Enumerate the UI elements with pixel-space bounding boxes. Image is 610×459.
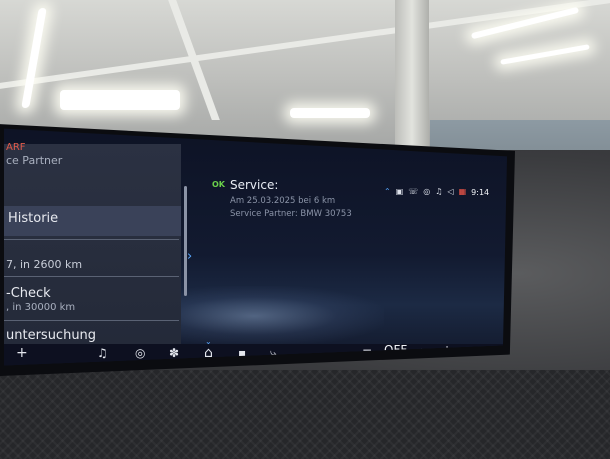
- status-bar: ⌃ ▣ ☏ ◎ ♫ ◁ ▦ 9:14: [384, 186, 489, 198]
- list-item-service-1[interactable]: 7, in 2600 km: [6, 258, 82, 271]
- fan-icon[interactable]: ✽: [169, 346, 179, 360]
- message-title: Service:: [230, 178, 279, 192]
- connectivity-icon: ◎: [423, 187, 431, 196]
- status-ok-badge: OK: [212, 180, 225, 189]
- list-item-check[interactable]: -Check: [6, 286, 51, 301]
- panel-header-top: ARF: [6, 142, 26, 153]
- message-line-partner: Service Partner: BMW 30753: [230, 209, 352, 219]
- infotainment-screen: ARF ce Partner Historie 7, in 2600 km -C…: [4, 128, 507, 366]
- list-item-untersuchung[interactable]: untersuchung: [6, 328, 96, 343]
- calendar-icon: ▦: [458, 187, 467, 196]
- list-item-check-sub: , in 30000 km: [6, 302, 76, 313]
- volume-icon: ◁: [447, 187, 454, 196]
- left-plus-button[interactable]: +: [16, 346, 28, 360]
- list-divider: [4, 320, 179, 321]
- list-divider: [4, 276, 179, 277]
- music-icon[interactable]: ♫: [97, 346, 108, 360]
- chevron-right-icon[interactable]: ›: [187, 249, 192, 264]
- panel-header-sub: ce Partner: [6, 154, 63, 167]
- list-item-historie[interactable]: Historie: [8, 211, 58, 226]
- notification-icon[interactable]: ▣: [396, 187, 404, 197]
- chevron-up-icon[interactable]: ⌃: [384, 187, 391, 197]
- ceiling-light: [60, 90, 180, 110]
- ceiling-light: [290, 108, 370, 118]
- list-scrollbar[interactable]: [184, 186, 187, 296]
- photo-scene: ARF ce Partner Historie 7, in 2600 km -C…: [0, 0, 610, 459]
- phone-icon: ☏: [408, 187, 419, 196]
- navigation-icon[interactable]: ◎: [135, 346, 145, 360]
- message-line-date: Am 25.03.2025 bei 6 km: [230, 196, 336, 206]
- clock-time: 9:14: [471, 187, 490, 197]
- music-icon: ♫: [435, 187, 443, 196]
- service-list-panel: ARF ce Partner Historie 7, in 2600 km -C…: [4, 142, 181, 344]
- list-divider: [4, 239, 179, 240]
- dashboard-texture: [0, 370, 610, 459]
